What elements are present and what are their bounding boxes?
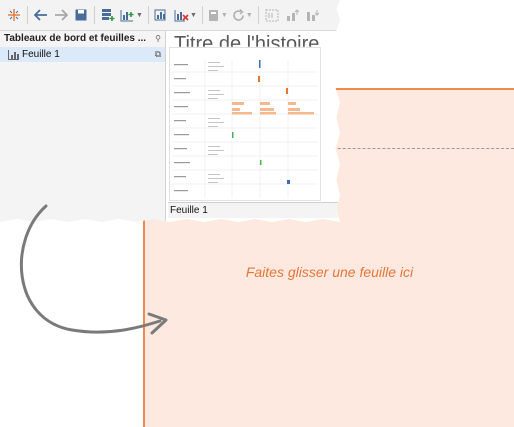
drag-arrow-icon <box>19 204 168 335</box>
